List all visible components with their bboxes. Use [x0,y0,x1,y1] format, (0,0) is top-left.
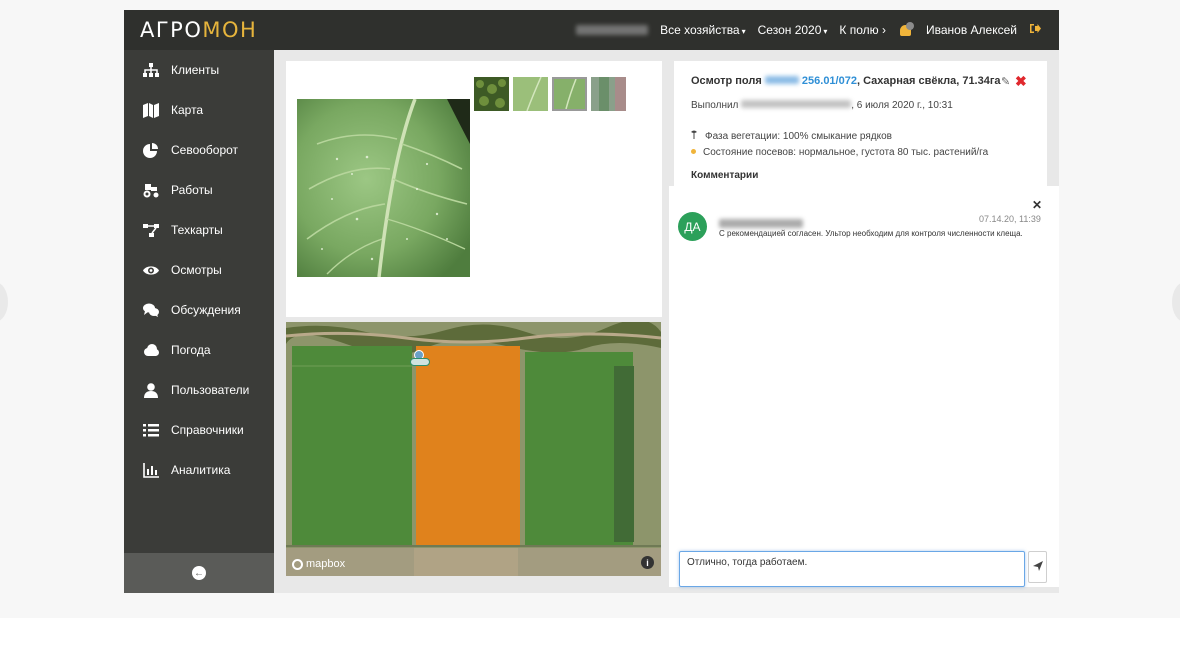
field-code-link[interactable]: 256.01/072 [802,75,857,87]
title-prefix: Осмотр поля [691,75,762,87]
vegetation-phase: Фаза вегетации: 100% смыкание рядков [691,130,892,142]
notifications-bell-icon[interactable] [898,22,914,38]
status-dot-icon [691,149,696,154]
comment-text: С рекомендацией согласен. Ультор необход… [719,229,1023,238]
user-name[interactable]: Иванов Алексей [926,23,1017,37]
photo-thumbnail[interactable] [513,77,548,111]
sidebar-item-references[interactable]: Справочники [124,411,274,449]
inspection-details: Осмотр поля 256.01/072, Сахарная свёкла,… [674,61,1047,191]
photo-thumbnail[interactable] [591,77,626,111]
redacted-field-name [764,76,799,84]
app-window: АГРОМОН Все хозяйства ▾ Сезон 2020 ▾ К пол… [124,10,1059,593]
performed-date: , 6 июля 2020 г., 10:31 [851,100,953,111]
photo-thumbnail[interactable] [474,77,509,111]
caret-down-icon: ▾ [741,27,746,36]
sidebar-item-label: Осмотры [171,263,222,277]
map-info-icon[interactable]: i [641,556,654,569]
redacted-org-name [576,25,649,35]
sidebar-item-discussions[interactable]: Обсуждения [124,291,274,329]
title-suffix: , Сахарная свёкла, 71.34га [856,75,1001,87]
tractor-icon [142,182,160,198]
sidebar-item-weather[interactable]: Погода [124,331,274,369]
photo-thumbnail-selected[interactable] [552,77,587,111]
sidebar-item-inspections[interactable]: Осмотры [124,251,274,289]
phase-text: Фаза вегетации: 100% смыкание рядков [705,131,892,142]
caret-down-icon: ▾ [823,27,828,36]
sidebar-item-analytics[interactable]: Аналитика [124,451,274,489]
state-text: Состояние посевов: нормальное, густота 8… [703,147,989,158]
bar-chart-icon [142,462,160,478]
sidebar-item-crop-rotation[interactable]: Севооборот [124,131,274,169]
inspection-title: Осмотр поля 256.01/072, Сахарная свёкла,… [691,75,1001,87]
sidebar-item-clients[interactable]: Клиенты [124,51,274,89]
satellite-map[interactable]: mapbox i [286,322,661,576]
comment-timestamp: 07.14.20, 11:39 [979,214,1041,224]
photo-panel [286,61,662,317]
plant-icon [691,130,697,142]
eye-icon [142,262,160,278]
sidebar-item-label: Обсуждения [171,303,241,317]
sidebar-item-label: Севооборот [171,143,239,157]
redacted-performer-name [741,100,852,108]
sidebar: Клиенты Карта Севооборот Работы Техкарты… [124,50,274,593]
sidebar-item-label: Аналитика [171,463,231,477]
sidebar-item-map[interactable]: Карта [124,91,274,129]
sidebar-item-tech-cards[interactable]: Техкарты [124,211,274,249]
send-icon [1032,558,1043,576]
list-icon [142,422,160,438]
farms-label: Все хозяйства [660,23,740,37]
sidebar-item-label: Техкарты [171,223,223,237]
app-logo[interactable]: АГРОМОН [140,18,257,42]
main-leaf-photo[interactable] [297,99,470,277]
mapbox-attribution[interactable]: mapbox [292,558,345,570]
sidebar-item-label: Пользователи [171,383,250,397]
comments-heading: Комментарии [691,170,759,181]
mapbox-label: mapbox [306,558,346,570]
to-field-link[interactable]: К полю › [839,23,886,37]
sitemap-icon [142,62,160,78]
top-nav: Все хозяйства ▾ Сезон 2020 ▾ К полю › Иван… [564,10,1041,50]
logout-icon[interactable] [1029,23,1041,37]
location-pin-icon[interactable] [410,358,430,366]
performed-by-label: Выполнил [691,100,739,111]
sidebar-item-label: Карта [171,103,204,117]
sidebar-item-works[interactable]: Работы [124,171,274,209]
top-bar: АГРОМОН Все хозяйства ▾ Сезон 2020 ▾ К пол… [124,10,1059,50]
close-icon[interactable]: ✕ [1032,198,1042,212]
crop-state: Состояние посевов: нормальное, густота 8… [691,147,988,158]
comments-icon [142,302,160,318]
sidebar-item-label: Клиенты [171,63,220,77]
collapse-sidebar-button[interactable]: ← [124,553,274,593]
sidebar-item-users[interactable]: Пользователи [124,371,274,409]
farms-dropdown[interactable]: Все хозяйства ▾ [660,23,746,37]
flowchart-icon [142,222,160,238]
logo-part-1: АГРО [140,18,203,42]
avatar: ДА [678,212,707,241]
comments-panel: ✕ ДА 07.14.20, 11:39 С рекомендацией сог… [669,186,1059,587]
pie-chart-icon [142,142,160,158]
sidebar-item-label: Работы [171,183,213,197]
sidebar-item-label: Погода [171,343,211,357]
user-icon [142,382,160,398]
season-dropdown[interactable]: Сезон 2020 ▾ [758,23,828,37]
delete-x-icon[interactable]: ✖ [1015,73,1027,90]
performed-by: Выполнил , 6 июля 2020 г., 10:31 [691,100,953,111]
logo-part-2: МОН [202,18,258,42]
season-label: Сезон 2020 [757,23,822,37]
edit-pencil-icon[interactable]: ✎ [1001,75,1010,88]
map-icon [142,102,160,118]
reply-input[interactable]: Отлично, тогда работаем. [679,551,1025,587]
send-button[interactable] [1028,551,1047,583]
arrow-left-icon: ← [192,566,206,580]
sidebar-item-label: Справочники [171,423,244,437]
cloud-icon [142,342,160,358]
